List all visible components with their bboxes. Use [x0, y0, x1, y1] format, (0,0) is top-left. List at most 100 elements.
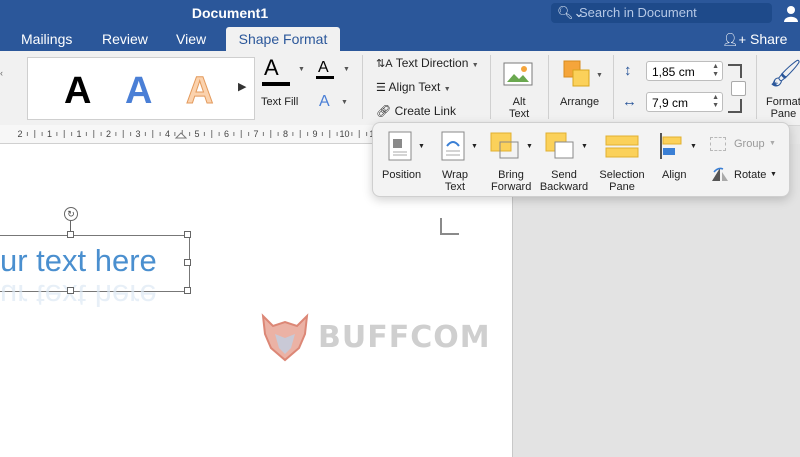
create-link-button[interactable]: 🔗︎ Create Link — [376, 104, 456, 118]
scroll-left-icon[interactable]: ‹ — [0, 68, 3, 78]
tab-view[interactable]: View — [176, 27, 206, 51]
link-icon: 🔗︎ — [376, 104, 392, 118]
alt-text-label-line2: Text — [509, 108, 530, 120]
tab-shape-format[interactable]: Shape Format — [226, 27, 340, 51]
tab-bar: Mailings Review View Shape Format — [0, 27, 800, 51]
shape-width-value: 7,9 cm — [652, 96, 689, 110]
text-direction-dropdown-icon: ▼ — [471, 62, 479, 69]
arrange-icon[interactable] — [562, 59, 592, 89]
height-icon: ↕ — [624, 62, 632, 79]
text-effects-icon[interactable]: A — [319, 94, 330, 110]
height-stepper-icon[interactable]: ▲ ▼ — [712, 63, 719, 79]
resize-handle-bottom[interactable] — [67, 287, 74, 294]
search-box[interactable]: 🔍︎⌄ Search in Document — [551, 3, 772, 23]
share-button[interactable]: 👤︎+ Share — [722, 29, 787, 50]
ribbon-separator — [490, 55, 491, 119]
share-label: Share — [750, 31, 788, 47]
alt-text-label[interactable]: Alt Text — [509, 96, 529, 120]
gallery-expand-icon[interactable]: ▶ — [238, 80, 246, 93]
tab-mailings[interactable]: Mailings — [21, 27, 72, 51]
add-person-icon: 👤︎+ — [722, 32, 747, 47]
rotate-handle-icon[interactable]: ↻ — [64, 207, 78, 221]
format-pane-label[interactable]: Format Pane — [766, 96, 800, 120]
resize-handle-top[interactable] — [67, 231, 74, 238]
wrap-text-label[interactable]: Wrap Text — [439, 169, 471, 193]
arrange-dropdown-icon[interactable]: ▼ — [596, 72, 603, 79]
ribbon-separator — [756, 55, 757, 119]
align-label[interactable]: Align — [662, 169, 686, 181]
group-dropdown-icon: ▼ — [769, 140, 776, 147]
text-outline-dropdown-icon[interactable]: ▼ — [343, 66, 350, 73]
text-outline-color-bar — [316, 76, 334, 79]
shape-height-field[interactable]: 1,85 cm ▲ ▼ — [646, 61, 723, 81]
selection-pane-label-line1: Selection — [599, 169, 645, 181]
user-icon[interactable] — [782, 4, 800, 22]
margin-corner-mark — [440, 218, 459, 235]
watermark-text: BUFFCOM — [318, 320, 491, 355]
create-link-label: Create Link — [394, 104, 456, 118]
align-text-dropdown-icon: ▼ — [443, 86, 451, 93]
width-stepper-icon[interactable]: ▲ ▼ — [712, 94, 719, 110]
wrap-text-dropdown-icon[interactable]: ▼ — [471, 141, 478, 153]
align-text-button[interactable]: ☰ Align Text ▼ — [376, 80, 451, 94]
ribbon-separator — [613, 55, 614, 119]
text-fill-icon[interactable]: A — [264, 57, 279, 79]
resize-handle-right[interactable] — [184, 259, 191, 266]
text-fill-label: Text Fill — [261, 96, 299, 108]
selection-pane-label[interactable]: Selection Pane — [597, 169, 647, 193]
wrap-text-label-line1: Wrap — [441, 169, 469, 181]
lock-aspect-bracket-top — [728, 64, 742, 78]
wordart-styles-gallery[interactable]: A A A — [27, 57, 255, 120]
shape-width-field[interactable]: 7,9 cm ▲ ▼ — [646, 92, 723, 112]
ruler-number: 6 — [224, 129, 229, 139]
position-icon[interactable] — [388, 131, 412, 161]
group-icon — [710, 137, 726, 151]
text-effects-dropdown-icon[interactable]: ▼ — [341, 99, 348, 106]
ruler-number: 2 — [106, 129, 111, 139]
text-direction-button[interactable]: ⇅A Text Direction ▼ — [376, 56, 479, 70]
textbox-text[interactable]: ur text here — [0, 243, 157, 279]
text-outline-icon[interactable]: A — [318, 60, 329, 76]
bring-forward-label-line2: Forward — [491, 181, 532, 193]
send-backward-icon[interactable] — [545, 132, 575, 160]
send-backward-dropdown-icon[interactable]: ▼ — [581, 141, 588, 153]
text-fill-dropdown-icon[interactable]: ▼ — [298, 66, 305, 73]
bring-forward-icon[interactable] — [490, 132, 520, 160]
ruler-number: 3 — [135, 129, 140, 139]
wordart-style-blue[interactable]: A — [125, 71, 152, 111]
bring-forward-dropdown-icon[interactable]: ▼ — [526, 141, 533, 153]
rotate-icon[interactable] — [710, 166, 730, 183]
alt-text-icon[interactable] — [503, 60, 533, 88]
resize-handle-top-right[interactable] — [184, 231, 191, 238]
wrap-text-label-line2: Text — [444, 181, 466, 193]
position-dropdown-icon[interactable]: ▼ — [418, 141, 425, 153]
document-title: Document1 — [191, 5, 269, 21]
text-fill-color-bar — [262, 82, 290, 86]
rotate-label[interactable]: Rotate — [734, 169, 766, 181]
lock-aspect-checkbox[interactable] — [731, 81, 746, 96]
position-label[interactable]: Position — [382, 169, 421, 181]
bring-forward-label-line1: Bring — [498, 169, 524, 181]
shape-height-value: 1,85 cm — [652, 65, 695, 79]
wrap-text-icon[interactable] — [441, 131, 465, 161]
ruler-number: 10 — [339, 129, 349, 139]
align-icon[interactable] — [659, 132, 685, 160]
selection-pane-icon[interactable] — [605, 135, 639, 159]
ruler-number: 5 — [194, 129, 199, 139]
resize-handle-bottom-right[interactable] — [184, 287, 191, 294]
arrange-label[interactable]: Arrange — [560, 96, 599, 108]
group-label: Group — [734, 138, 765, 150]
wordart-style-orange-outline[interactable]: A — [185, 71, 213, 112]
format-pane-label-line1: Format — [766, 96, 800, 108]
format-pane-icon[interactable]: 🖌︎ — [769, 59, 800, 87]
send-backward-label[interactable]: Send Backward — [539, 169, 589, 193]
buffcom-logo-icon — [261, 313, 309, 362]
align-dropdown-icon[interactable]: ▼ — [690, 141, 697, 153]
wordart-style-black[interactable]: A — [64, 71, 91, 111]
search-placeholder: Search in Document — [579, 5, 697, 20]
rotate-dropdown-icon[interactable]: ▼ — [770, 169, 777, 181]
ruler-number: 7 — [253, 129, 258, 139]
tab-review[interactable]: Review — [102, 27, 148, 51]
ruler-number: 4 — [165, 129, 170, 139]
bring-forward-label[interactable]: Bring Forward — [491, 169, 531, 193]
